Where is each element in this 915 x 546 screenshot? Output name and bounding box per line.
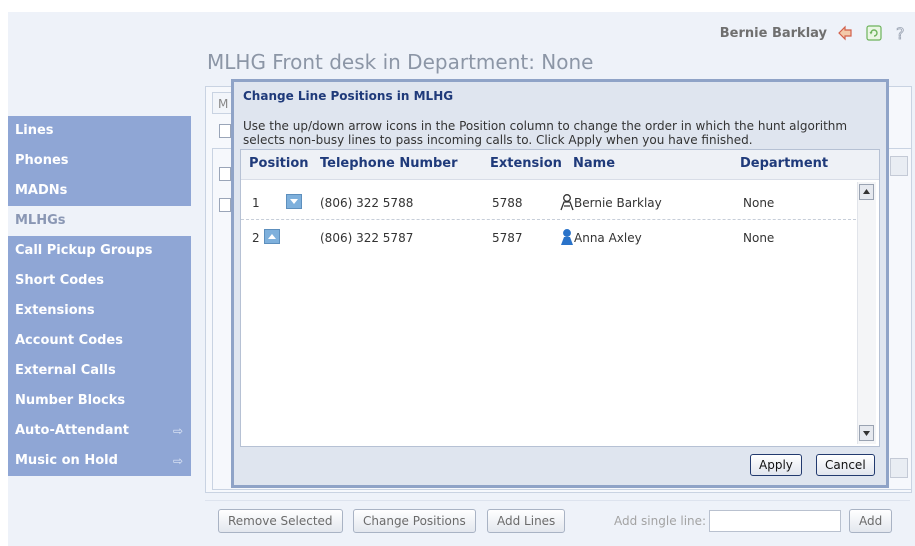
help-icon[interactable]: ?	[892, 24, 910, 44]
sidebar-item-label: External Calls	[15, 363, 116, 378]
row-telephone: (806) 322 5787	[320, 231, 414, 245]
sidebar-item-account-codes[interactable]: Account Codes	[8, 326, 191, 356]
row-position: 2	[252, 231, 260, 245]
table-scrollbar[interactable]	[857, 182, 876, 444]
svg-text:?: ?	[896, 24, 905, 42]
add-lines-button[interactable]: Add Lines	[487, 509, 566, 533]
sidebar-item-label: MADNs	[15, 183, 68, 198]
row-department: None	[743, 231, 775, 245]
table-row: 2 (806) 322 5787 5787 Anna Axley None	[241, 222, 856, 254]
sidebar-item-madns[interactable]: MADNs	[8, 176, 191, 206]
table-row: 1 (806) 322 5788 5788 Bernie Barklay Non…	[241, 187, 856, 220]
refresh-icon[interactable]	[865, 24, 883, 42]
scroll-down-button[interactable]	[890, 458, 908, 478]
submenu-arrow-icon: ⇨	[172, 454, 183, 468]
row-checkbox[interactable]	[219, 167, 231, 181]
sidebar-item-label: Phones	[15, 153, 69, 168]
column-department[interactable]: Department	[740, 156, 828, 171]
scroll-up-icon[interactable]	[859, 184, 874, 200]
page-title: MLHG Front desk in Department: None	[207, 50, 594, 74]
column-telephone-number[interactable]: Telephone Number	[320, 156, 458, 171]
select-all-checkbox[interactable]	[219, 124, 231, 138]
move-down-icon[interactable]	[286, 194, 302, 209]
row-name: Anna Axley	[574, 231, 642, 245]
sidebar-item-label: Short Codes	[15, 273, 105, 288]
add-button[interactable]: Add	[849, 509, 893, 533]
change-positions-dialog: Change Line Positions in MLHG Use the up…	[231, 79, 889, 488]
sidebar-item-auto-attendant[interactable]: Auto-Attendant ⇨	[8, 416, 191, 446]
row-extension: 5788	[492, 196, 523, 210]
person-icon	[559, 228, 575, 246]
sidebar-item-phones[interactable]: Phones	[8, 146, 191, 176]
sidebar-item-number-blocks[interactable]: Number Blocks	[8, 386, 191, 416]
table-header: Position Telephone Number Extension Name…	[241, 150, 879, 180]
sidebar-item-label: MLHGs	[15, 213, 66, 228]
column-name[interactable]: Name	[573, 156, 615, 171]
add-single-line-input[interactable]	[709, 510, 841, 532]
sidebar-item-external-calls[interactable]: External Calls	[8, 356, 191, 386]
sidebar-item-label: Auto-Attendant	[15, 423, 129, 438]
user-name: Bernie Barklay	[719, 26, 827, 41]
scroll-down-icon[interactable]	[859, 425, 874, 441]
dialog-description: Use the up/down arrow icons in the Posit…	[243, 119, 848, 147]
move-up-icon[interactable]	[264, 229, 280, 244]
sidebar-item-lines[interactable]: Lines	[8, 116, 191, 146]
sidebar-item-label: Music on Hold	[15, 453, 118, 468]
row-position: 1	[252, 196, 260, 210]
sidebar-item-label: Extensions	[15, 303, 95, 318]
row-department: None	[743, 196, 775, 210]
sidebar-item-music-on-hold[interactable]: Music on Hold ⇨	[8, 446, 191, 476]
sidebar: Lines Phones MADNs MLHGs Call Pickup Groups S…	[8, 116, 191, 476]
row-telephone: (806) 322 5788	[320, 196, 414, 210]
sidebar-item-label: Number Blocks	[15, 393, 126, 408]
remove-selected-button[interactable]: Remove Selected	[218, 509, 343, 533]
change-positions-button[interactable]: Change Positions	[353, 509, 476, 533]
row-checkbox[interactable]	[219, 198, 231, 212]
cancel-button[interactable]: Cancel	[816, 454, 875, 476]
positions-table: Position Telephone Number Extension Name…	[240, 149, 880, 447]
scroll-up-button[interactable]	[890, 156, 908, 176]
sidebar-item-label: Account Codes	[15, 333, 123, 348]
sidebar-item-label: Call Pickup Groups	[15, 243, 153, 258]
person-icon	[559, 193, 575, 211]
add-single-line-label: Add single line:	[614, 514, 707, 528]
column-position[interactable]: Position	[249, 156, 309, 171]
row-extension: 5787	[492, 231, 523, 245]
sidebar-item-extensions[interactable]: Extensions	[8, 296, 191, 326]
dialog-title: Change Line Positions in MLHG	[243, 89, 454, 103]
sidebar-item-call-pickup-groups[interactable]: Call Pickup Groups	[8, 236, 191, 266]
logout-icon[interactable]	[836, 24, 854, 42]
submenu-arrow-icon: ⇨	[172, 424, 183, 438]
dialog-footer: Apply Cancel	[240, 450, 880, 478]
sidebar-item-label: Lines	[15, 123, 54, 138]
sidebar-item-short-codes[interactable]: Short Codes	[8, 266, 191, 296]
row-name: Bernie Barklay	[574, 196, 662, 210]
column-extension[interactable]: Extension	[490, 156, 562, 171]
apply-button[interactable]: Apply	[750, 454, 802, 476]
sidebar-item-mlhgs[interactable]: MLHGs	[8, 206, 191, 236]
